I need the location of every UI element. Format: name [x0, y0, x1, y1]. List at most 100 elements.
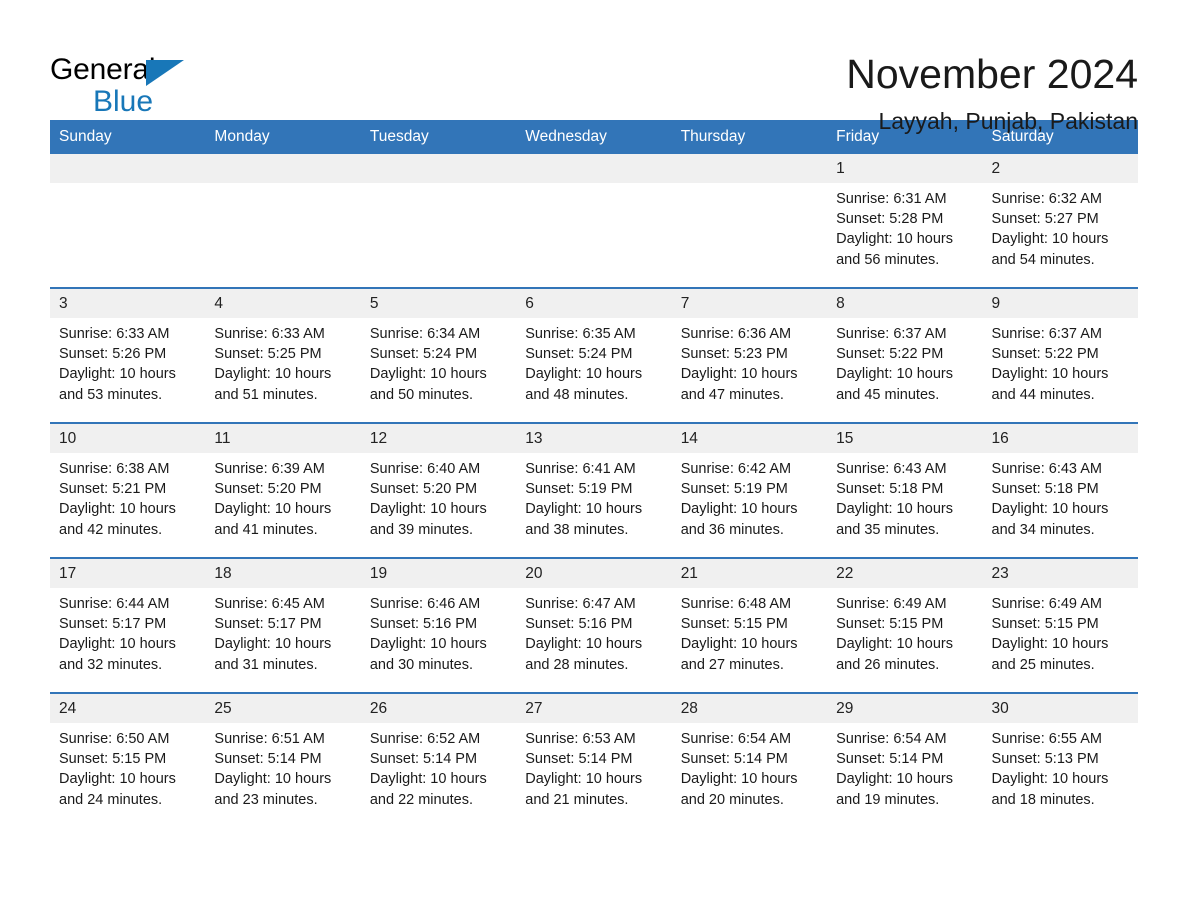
day-sun-info: Sunrise: 6:46 AM Sunset: 5:16 PM Daylight:… — [361, 588, 516, 675]
calendar-day-cell[interactable]: 9 Sunrise: 6:37 AM Sunset: 5:22 PM Daylight… — [982, 287, 1138, 423]
day-sun-info: Sunrise: 6:54 AM Sunset: 5:14 PM Daylight:… — [827, 723, 982, 810]
day-sun-info: Sunrise: 6:52 AM Sunset: 5:14 PM Daylight:… — [361, 723, 516, 810]
day-sun-info: Sunrise: 6:37 AM Sunset: 5:22 PM Daylight:… — [983, 318, 1138, 405]
sunset-text: Sunset: 5:22 PM — [991, 346, 1099, 363]
calendar-day-cell[interactable]: 2 Sunrise: 6:32 AM Sunset: 5:27 PM Daylight… — [982, 154, 1138, 288]
day-number: 21 — [671, 559, 828, 588]
day-sun-info: Sunrise: 6:49 AM Sunset: 5:15 PM Daylight:… — [983, 588, 1138, 675]
daylight-text: Daylight: 10 hours and 36 minutes. — [680, 501, 798, 538]
calendar-day-cell[interactable]: 5 Sunrise: 6:34 AM Sunset: 5:24 PM Daylight… — [360, 287, 517, 423]
day-number — [360, 154, 517, 183]
calendar-day-cell[interactable]: 16 Sunrise: 6:43 AM Sunset: 5:18 PM Dayligh… — [982, 422, 1138, 558]
sunset-text: Sunset: 5:14 PM — [214, 751, 322, 768]
calendar-day-cell[interactable]: 30 Sunrise: 6:55 AM Sunset: 5:13 PM Dayligh… — [982, 692, 1138, 827]
day-number: 15 — [827, 424, 983, 453]
calendar-day-cell[interactable]: 20 Sunrise: 6:47 AM Sunset: 5:16 PM Dayligh… — [516, 557, 672, 693]
daylight-text: Daylight: 10 hours and 30 minutes. — [369, 636, 487, 673]
logo-text-general: General — [50, 54, 200, 86]
calendar-day-cell[interactable]: 26 Sunrise: 6:52 AM Sunset: 5:14 PM Dayligh… — [360, 692, 517, 827]
calendar-day-cell[interactable]: 21 Sunrise: 6:48 AM Sunset: 5:15 PM Dayligh… — [671, 557, 828, 693]
sunrise-text: Sunrise: 6:41 AM — [525, 461, 636, 477]
sunrise-text: Sunrise: 6:31 AM — [836, 191, 947, 207]
sunset-text: Sunset: 5:17 PM — [214, 616, 322, 633]
day-sun-info: Sunrise: 6:34 AM Sunset: 5:24 PM Daylight:… — [361, 318, 516, 405]
logo-word-general: General — [50, 53, 156, 86]
daylight-text: Daylight: 10 hours and 51 minutes. — [214, 366, 332, 403]
sunset-text: Sunset: 5:14 PM — [525, 751, 633, 768]
sunset-text: Sunset: 5:25 PM — [214, 346, 322, 363]
day-sun-info: Sunrise: 6:55 AM Sunset: 5:13 PM Daylight:… — [983, 723, 1138, 810]
daylight-text: Daylight: 10 hours and 56 minutes. — [836, 231, 953, 268]
sunrise-text: Sunrise: 6:49 AM — [836, 596, 947, 612]
calendar-day-cell[interactable]: 14 Sunrise: 6:42 AM Sunset: 5:19 PM Dayligh… — [671, 422, 828, 558]
calendar-day-cell[interactable]: 1 Sunrise: 6:31 AM Sunset: 5:28 PM Daylight… — [827, 154, 983, 288]
sunset-text: Sunset: 5:17 PM — [59, 616, 167, 633]
sunrise-text: Sunrise: 6:33 AM — [59, 326, 170, 342]
daylight-text: Daylight: 10 hours and 32 minutes. — [59, 636, 176, 673]
daylight-text: Daylight: 10 hours and 39 minutes. — [369, 501, 487, 538]
title-block: November 2024 Layyah, Punjab, Pakistan — [846, 48, 1138, 136]
calendar-day-cell[interactable]: 25 Sunrise: 6:51 AM Sunset: 5:14 PM Dayligh… — [205, 692, 361, 827]
sunrise-text: Sunrise: 6:51 AM — [214, 731, 325, 747]
calendar-day-cell[interactable]: 3 Sunrise: 6:33 AM Sunset: 5:26 PM Daylight… — [50, 287, 206, 423]
calendar-day-cell[interactable]: 27 Sunrise: 6:53 AM Sunset: 5:14 PM Dayligh… — [516, 692, 672, 827]
sunset-text: Sunset: 5:15 PM — [991, 616, 1099, 633]
calendar-grid: Sunday Monday Tuesday Wednesday Thursday… — [50, 120, 1138, 827]
generalblue-logo[interactable]: General Blue — [50, 48, 200, 117]
daylight-text: Daylight: 10 hours and 48 minutes. — [525, 366, 643, 403]
day-sun-info: Sunrise: 6:33 AM Sunset: 5:25 PM Daylight:… — [205, 318, 360, 405]
calendar-day-cell[interactable]: 15 Sunrise: 6:43 AM Sunset: 5:18 PM Dayligh… — [827, 422, 983, 558]
weekday-header-tuesday: Tuesday — [360, 120, 517, 154]
sunrise-text: Sunrise: 6:35 AM — [525, 326, 636, 342]
sunset-text: Sunset: 5:19 PM — [525, 481, 633, 498]
calendar-week-row: 24 Sunrise: 6:50 AM Sunset: 5:15 PM Dayligh… — [50, 692, 1138, 827]
day-number: 6 — [516, 289, 672, 318]
day-number: 10 — [50, 424, 206, 453]
daylight-text: Daylight: 10 hours and 26 minutes. — [836, 636, 953, 673]
sunset-text: Sunset: 5:24 PM — [369, 346, 478, 363]
sunset-text: Sunset: 5:13 PM — [991, 751, 1099, 768]
sunset-text: Sunset: 5:26 PM — [59, 346, 167, 363]
day-number — [50, 154, 206, 183]
calendar-day-cell[interactable]: 28 Sunrise: 6:54 AM Sunset: 5:14 PM Dayligh… — [671, 692, 828, 827]
calendar-day-cell[interactable]: 10 Sunrise: 6:38 AM Sunset: 5:21 PM Dayligh… — [50, 422, 206, 558]
sunrise-text: Sunrise: 6:33 AM — [214, 326, 325, 342]
calendar-day-cell[interactable]: 29 Sunrise: 6:54 AM Sunset: 5:14 PM Dayligh… — [827, 692, 983, 827]
calendar-day-cell[interactable]: 24 Sunrise: 6:50 AM Sunset: 5:15 PM Dayligh… — [50, 692, 206, 827]
sunset-text: Sunset: 5:27 PM — [991, 211, 1099, 228]
sunset-text: Sunset: 5:16 PM — [369, 616, 478, 633]
calendar-day-cell[interactable]: 18 Sunrise: 6:45 AM Sunset: 5:17 PM Dayligh… — [205, 557, 361, 693]
sunset-text: Sunset: 5:15 PM — [836, 616, 944, 633]
day-number: 28 — [671, 694, 828, 723]
page-header: General Blue November 2024 Layyah, Punja… — [50, 0, 1138, 134]
sunrise-text: Sunrise: 6:37 AM — [836, 326, 947, 342]
day-sun-info: Sunrise: 6:41 AM Sunset: 5:19 PM Daylight:… — [516, 453, 671, 540]
calendar-day-cell[interactable]: 12 Sunrise: 6:40 AM Sunset: 5:20 PM Dayligh… — [360, 422, 517, 558]
day-sun-info: Sunrise: 6:50 AM Sunset: 5:15 PM Daylight:… — [50, 723, 205, 810]
calendar-day-cell[interactable]: 13 Sunrise: 6:41 AM Sunset: 5:19 PM Dayligh… — [516, 422, 672, 558]
page-title: November 2024 — [846, 51, 1138, 97]
day-number: 7 — [671, 289, 828, 318]
calendar-day-cell-empty — [205, 154, 361, 288]
day-number: 22 — [827, 559, 983, 588]
day-number — [516, 154, 672, 183]
sunrise-text: Sunrise: 6:39 AM — [214, 461, 325, 477]
day-number: 12 — [360, 424, 517, 453]
calendar-day-cell[interactable]: 19 Sunrise: 6:46 AM Sunset: 5:16 PM Dayligh… — [360, 557, 517, 693]
sunset-text: Sunset: 5:22 PM — [836, 346, 944, 363]
calendar-day-cell[interactable]: 23 Sunrise: 6:49 AM Sunset: 5:15 PM Dayligh… — [982, 557, 1138, 693]
calendar-day-cell[interactable]: 11 Sunrise: 6:39 AM Sunset: 5:20 PM Dayligh… — [205, 422, 361, 558]
sunrise-text: Sunrise: 6:34 AM — [369, 326, 481, 342]
daylight-text: Daylight: 10 hours and 44 minutes. — [991, 366, 1109, 403]
calendar-day-cell[interactable]: 6 Sunrise: 6:35 AM Sunset: 5:24 PM Daylight… — [516, 287, 672, 423]
day-sun-info: Sunrise: 6:36 AM Sunset: 5:23 PM Daylight:… — [672, 318, 827, 405]
calendar-day-cell[interactable]: 7 Sunrise: 6:36 AM Sunset: 5:23 PM Daylight… — [671, 287, 828, 423]
day-number: 29 — [827, 694, 983, 723]
sunset-text: Sunset: 5:18 PM — [991, 481, 1099, 498]
calendar-day-cell[interactable]: 17 Sunrise: 6:44 AM Sunset: 5:17 PM Dayligh… — [50, 557, 206, 693]
calendar-day-cell[interactable]: 4 Sunrise: 6:33 AM Sunset: 5:25 PM Daylight… — [205, 287, 361, 423]
day-number: 25 — [205, 694, 361, 723]
calendar-day-cell[interactable]: 8 Sunrise: 6:37 AM Sunset: 5:22 PM Daylight… — [827, 287, 983, 423]
calendar-day-cell[interactable]: 22 Sunrise: 6:49 AM Sunset: 5:15 PM Dayligh… — [827, 557, 983, 693]
daylight-text: Daylight: 10 hours and 20 minutes. — [680, 771, 798, 808]
